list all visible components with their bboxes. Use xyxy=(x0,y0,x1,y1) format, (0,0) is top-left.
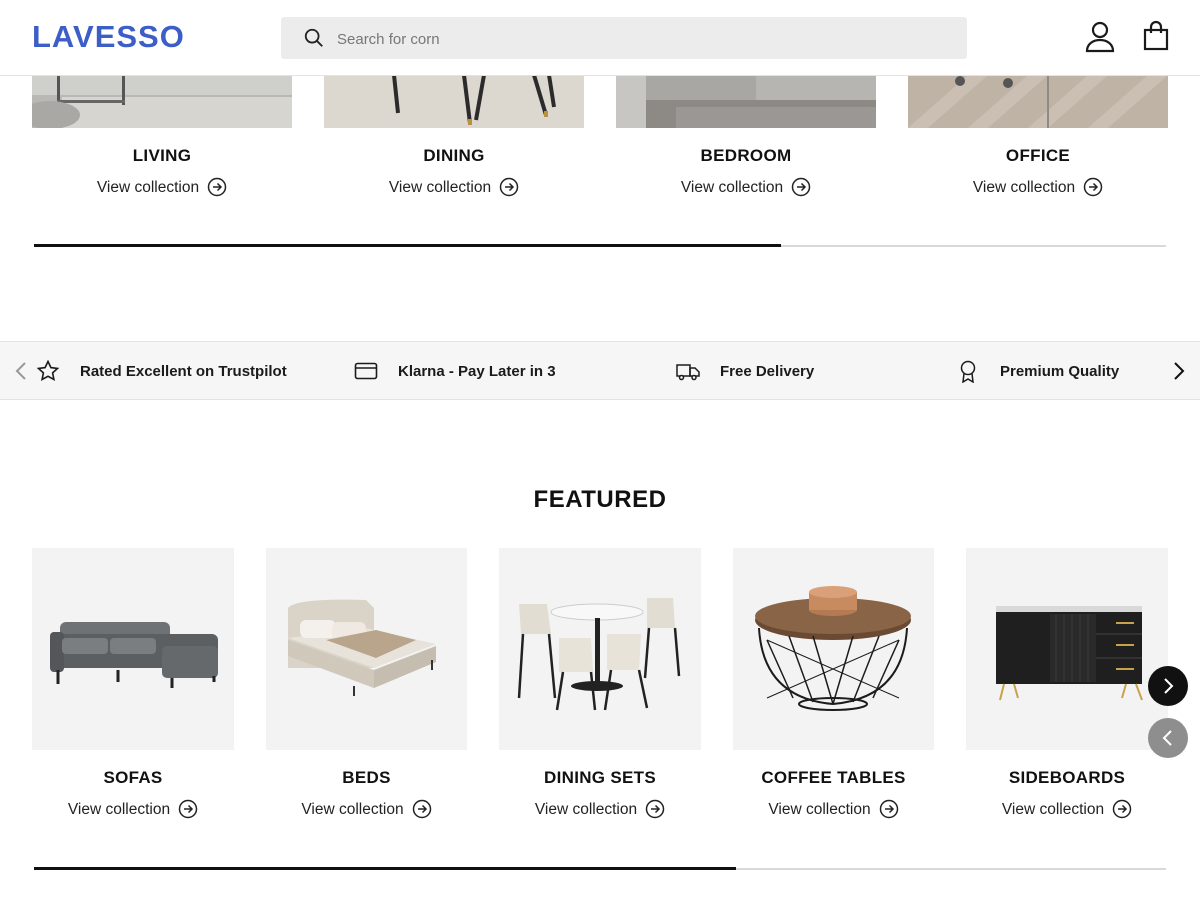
view-collection-link[interactable]: View collection xyxy=(908,177,1168,197)
arrow-right-circle-icon xyxy=(1112,799,1132,819)
view-collection-label: View collection xyxy=(67,801,171,818)
featured-card-dining-sets[interactable]: DINING SETS View collection xyxy=(499,548,701,828)
featured-card-beds[interactable]: BEDS View collection xyxy=(266,548,467,828)
truck-icon xyxy=(676,364,700,381)
site-logo[interactable]: LAVESSO xyxy=(32,19,185,55)
chevron-right-icon xyxy=(1164,678,1174,694)
carousel-next-button[interactable] xyxy=(1148,666,1188,706)
dining-set-image[interactable] xyxy=(499,548,701,750)
view-collection-label: View collection xyxy=(96,179,200,196)
living-room-image[interactable] xyxy=(32,75,292,128)
view-collection-link[interactable]: View collection xyxy=(266,799,467,819)
collection-title: DINING xyxy=(423,146,485,165)
usp-label: Free Delivery xyxy=(720,362,815,380)
view-collection-link[interactable]: View collection xyxy=(32,799,234,819)
view-collection-link[interactable]: View collection xyxy=(966,799,1168,819)
award-icon xyxy=(960,360,976,383)
collection-title: SOFAS xyxy=(103,768,163,787)
bed-image[interactable] xyxy=(266,548,467,750)
collection-title: COFFEE TABLES xyxy=(761,768,906,787)
view-collection-label: View collection xyxy=(680,179,784,196)
collection-title: SIDEBOARDS xyxy=(1008,768,1126,787)
rooms-scroll-track[interactable] xyxy=(34,244,1166,247)
site-header: LAVESSO xyxy=(0,0,1200,76)
arrow-right-circle-icon xyxy=(645,799,665,819)
view-collection-label: View collection xyxy=(388,179,492,196)
search-icon[interactable] xyxy=(303,27,325,49)
view-collection-link[interactable]: View collection xyxy=(733,799,934,819)
arrow-right-circle-icon xyxy=(499,177,519,197)
featured-card-sofas[interactable]: SOFAS View collection xyxy=(32,548,234,828)
view-collection-link[interactable]: View collection xyxy=(324,177,584,197)
search-input[interactable] xyxy=(335,17,939,61)
star-icon xyxy=(36,359,60,382)
view-collection-label: View collection xyxy=(768,801,871,818)
view-collection-label: View collection xyxy=(1001,801,1105,818)
view-collection-label: View collection xyxy=(534,801,638,818)
usp-item-klarna: Klarna - Pay Later in 3 xyxy=(354,359,556,383)
collection-title: BEDROOM xyxy=(700,146,792,165)
chevron-left-icon[interactable] xyxy=(14,361,28,381)
collection-title: LIVING xyxy=(132,146,192,165)
arrow-right-circle-icon xyxy=(207,177,227,197)
collection-title: BEDS xyxy=(342,768,391,787)
collection-title: OFFICE xyxy=(1005,146,1071,165)
sideboard-image[interactable] xyxy=(966,548,1168,750)
office-image[interactable] xyxy=(908,75,1168,128)
arrow-right-circle-icon xyxy=(1083,177,1103,197)
usp-item-trustpilot: Rated Excellent on Trustpilot xyxy=(36,359,287,383)
dining-room-image[interactable] xyxy=(324,75,584,128)
arrow-right-circle-icon xyxy=(879,799,898,819)
chevron-right-icon[interactable] xyxy=(1172,361,1186,381)
carousel-prev-button[interactable] xyxy=(1148,718,1188,758)
coffee-table-image[interactable] xyxy=(733,548,934,750)
bedroom-image[interactable] xyxy=(616,75,876,128)
featured-heading: FEATURED xyxy=(533,486,667,513)
card-icon xyxy=(354,362,378,380)
usp-bar: Rated Excellent on Trustpilot Klarna - P… xyxy=(0,341,1200,400)
view-collection-link[interactable]: View collection xyxy=(499,799,701,819)
arrow-right-circle-icon xyxy=(412,799,431,819)
chevron-left-icon xyxy=(1162,730,1172,746)
usp-label: Premium Quality xyxy=(1000,362,1120,380)
featured-scroll-thumb[interactable] xyxy=(34,867,736,870)
arrow-right-circle-icon xyxy=(791,177,811,197)
usp-label: Rated Excellent on Trustpilot xyxy=(80,362,287,380)
view-collection-link[interactable]: View collection xyxy=(32,177,292,197)
sofa-image[interactable] xyxy=(32,548,234,750)
view-collection-label: View collection xyxy=(972,179,1076,196)
collection-title: DINING SETS xyxy=(544,768,656,787)
usp-item-quality: Premium Quality xyxy=(956,359,1119,383)
arrow-right-circle-icon xyxy=(178,799,198,819)
rooms-scroll-thumb[interactable] xyxy=(34,244,782,247)
account-icon[interactable] xyxy=(1084,20,1116,54)
bag-icon[interactable] xyxy=(1141,20,1171,52)
featured-card-coffee-tables[interactable]: COFFEE TABLES View collection xyxy=(733,548,934,828)
featured-card-sideboards[interactable]: SIDEBOARDS View collection xyxy=(966,548,1168,828)
usp-label: Klarna - Pay Later in 3 xyxy=(398,362,556,380)
view-collection-label: View collection xyxy=(301,801,404,818)
view-collection-link[interactable]: View collection xyxy=(616,177,876,197)
search-bar[interactable] xyxy=(281,17,967,61)
usp-item-delivery: Free Delivery xyxy=(676,359,814,383)
featured-scroll-track[interactable] xyxy=(34,867,1166,870)
